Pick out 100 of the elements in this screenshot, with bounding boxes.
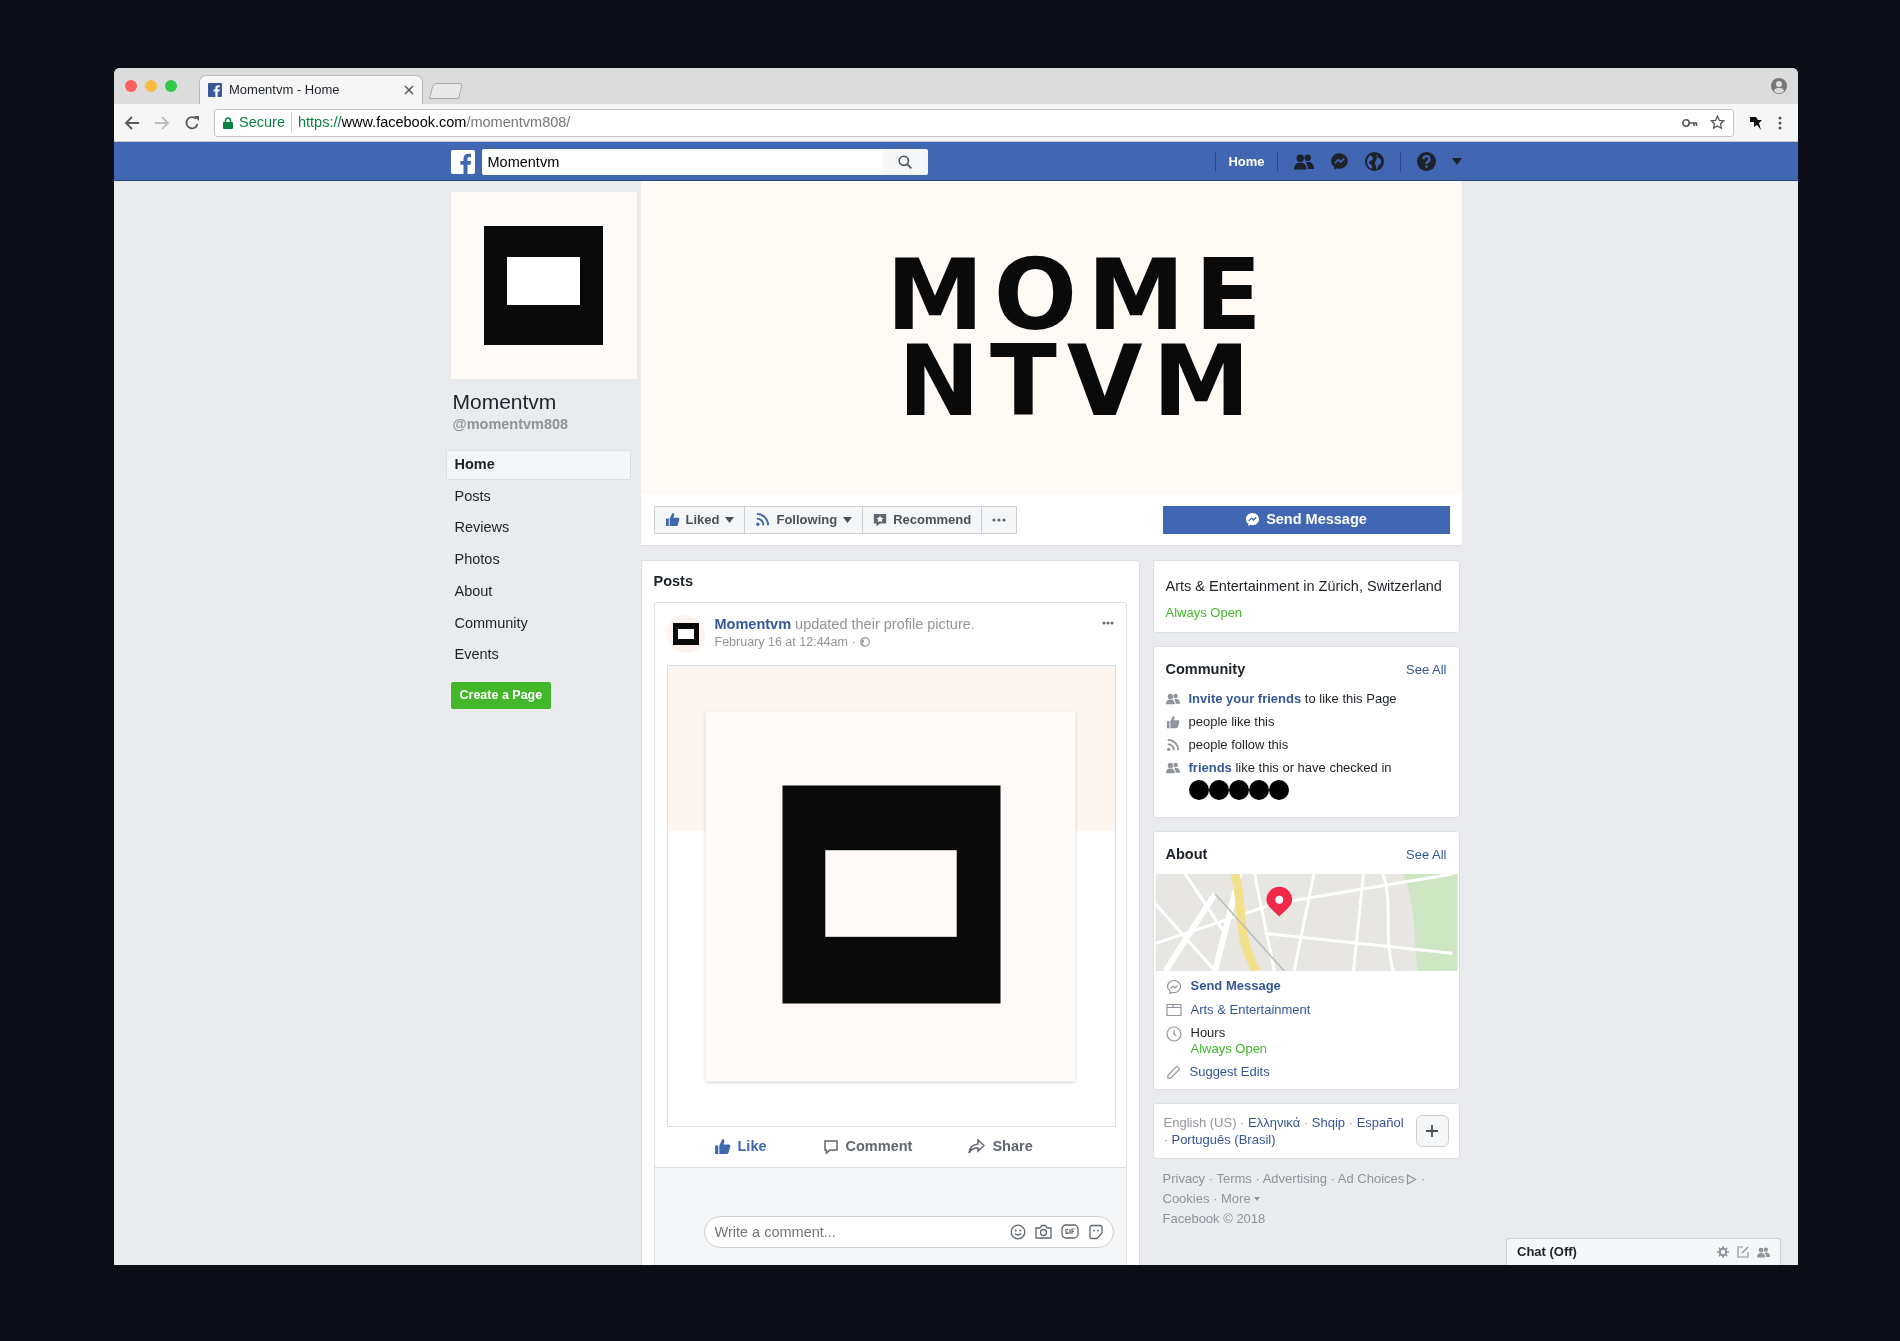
language-link[interactable]: Português (Brasil) [1171, 1131, 1276, 1147]
people-icon [1165, 692, 1180, 706]
following-button[interactable]: Following [744, 505, 864, 534]
friends-link[interactable]: friends [1188, 760, 1232, 775]
messenger-icon [1245, 512, 1261, 527]
language-link[interactable]: Shqip [1311, 1114, 1346, 1130]
language-list: English (US) · Ελληνικά · Shqip · Español · Português (Brasil) [1163, 1113, 1408, 1148]
home-link[interactable]: Home [1215, 151, 1277, 172]
page-name: Momentvm [452, 389, 558, 415]
sticker-icon[interactable] [1087, 1223, 1104, 1240]
thumbs-up-icon [664, 512, 680, 527]
messenger-icon[interactable] [1329, 152, 1349, 171]
language-link[interactable]: Ελληνικά [1248, 1114, 1301, 1130]
sidebar-item[interactable]: Home [445, 449, 631, 480]
avatar-icon [1228, 780, 1249, 800]
about-link[interactable]: Arts & Entertainment [1190, 1001, 1311, 1017]
thumbs-up-icon [1165, 715, 1180, 729]
like-button[interactable]: Like [707, 1134, 773, 1159]
liked-button[interactable]: Liked [653, 505, 746, 534]
compose-icon[interactable] [1737, 1246, 1749, 1258]
chat-bar[interactable]: Chat (Off) [1506, 1238, 1781, 1265]
facebook-logo-icon[interactable] [450, 149, 475, 174]
back-icon[interactable] [124, 114, 140, 131]
extension-icon[interactable] [1748, 114, 1764, 131]
comment-button[interactable]: Comment [816, 1134, 919, 1159]
pencil-icon [1165, 1064, 1181, 1080]
logo-text: MOME [886, 251, 1272, 338]
friends-link[interactable]: Invite your friends [1188, 691, 1302, 706]
people-icon[interactable] [1293, 151, 1314, 172]
search-field[interactable]: Momentvm [481, 148, 883, 175]
share-button[interactable]: Share [962, 1134, 1039, 1159]
clock-icon [1165, 1025, 1182, 1042]
messenger-icon [1165, 978, 1182, 995]
caret-icon [843, 516, 853, 523]
sidebar-item[interactable]: Events [445, 640, 631, 671]
ad-choices-icon [1406, 1173, 1418, 1185]
emoji-icon[interactable] [1009, 1223, 1026, 1240]
storefront-icon [1165, 1002, 1182, 1017]
send-message-button[interactable]: Send Message [1162, 505, 1450, 534]
post-time: February 16 at 12:44am · [714, 633, 856, 651]
globe-icon[interactable] [1364, 152, 1384, 171]
search-icon [898, 154, 912, 169]
facebook-logo-icon [208, 83, 222, 97]
status-text: Always Open [1165, 603, 1244, 622]
logo-icon [672, 622, 699, 645]
recommend-button[interactable]: Recommend [862, 505, 983, 534]
secure-label: Secure [239, 111, 292, 134]
hours-status: Always Open [1190, 1040, 1268, 1057]
browser-tab[interactable]: Momentvm - Home [199, 75, 423, 104]
close-icon[interactable] [404, 85, 414, 95]
category-text: Arts & Entertainment in Zürich, Switzerland [1165, 577, 1443, 596]
sidebar-item[interactable]: Photos [445, 545, 631, 575]
community-text: people follow this [1188, 737, 1289, 753]
people-icon[interactable] [1757, 1245, 1770, 1259]
dropdown-caret-icon[interactable] [1451, 158, 1462, 165]
copyright-text: Facebook © 2018 [1162, 1209, 1267, 1228]
author-avatar[interactable] [666, 614, 705, 653]
sidebar-item[interactable]: Posts [445, 481, 631, 512]
share-icon [968, 1139, 986, 1155]
profile-icon[interactable] [1771, 78, 1787, 94]
see-all-link[interactable]: See All [1406, 845, 1447, 865]
rss-icon [1165, 738, 1180, 752]
see-all-link[interactable]: See All [1406, 660, 1447, 680]
avatar-icon [1188, 780, 1209, 800]
card-title: Community [1165, 660, 1246, 680]
logo-icon [484, 226, 603, 345]
key-icon[interactable] [1682, 117, 1698, 128]
sidebar-item[interactable]: About [445, 576, 631, 607]
options-icon[interactable] [1101, 620, 1114, 625]
globe-icon [859, 636, 870, 647]
community-text: friends like this or have checked in [1188, 760, 1392, 776]
community-text: people like this [1188, 714, 1275, 730]
language-link[interactable]: Español [1356, 1114, 1404, 1130]
sidebar-item[interactable]: Reviews [445, 513, 631, 544]
add-language-button[interactable] [1415, 1114, 1449, 1147]
search-button[interactable] [882, 148, 928, 175]
tab-title: Momentvm - Home [229, 81, 341, 100]
post-headline: Momentvm updated their profile picture. [714, 614, 976, 633]
star-icon[interactable] [1710, 115, 1725, 130]
author-link[interactable]: Momentvm [714, 615, 792, 632]
footer-links: Privacy · Terms · Advertising · Ad Choices · Cookies · More [1162, 1169, 1427, 1208]
help-icon[interactable] [1416, 152, 1436, 171]
caret-icon [1253, 1197, 1260, 1202]
card-title: About [1165, 845, 1208, 864]
sidebar-item[interactable]: Community [445, 608, 631, 639]
community-text: Invite your friends to like this Page [1188, 691, 1397, 707]
reload-icon[interactable] [184, 114, 200, 131]
comment-field[interactable]: Write a comment... [703, 1215, 1114, 1248]
avatar-icon [1248, 780, 1269, 800]
about-link[interactable]: Suggest Edits [1189, 1063, 1270, 1079]
about-link[interactable]: Send Message [1190, 977, 1281, 993]
gif-icon[interactable] [1060, 1224, 1079, 1240]
settings-icon[interactable] [1717, 1246, 1729, 1258]
people-icon [1165, 761, 1180, 775]
plus-icon [1426, 1124, 1438, 1137]
menu-icon[interactable] [1778, 115, 1782, 130]
camera-icon[interactable] [1034, 1224, 1052, 1240]
section-title: Posts [653, 572, 694, 591]
caret-icon [725, 516, 735, 523]
address-bar[interactable]: Secure https://www.facebook.com/momentvm808/ [214, 108, 1734, 137]
